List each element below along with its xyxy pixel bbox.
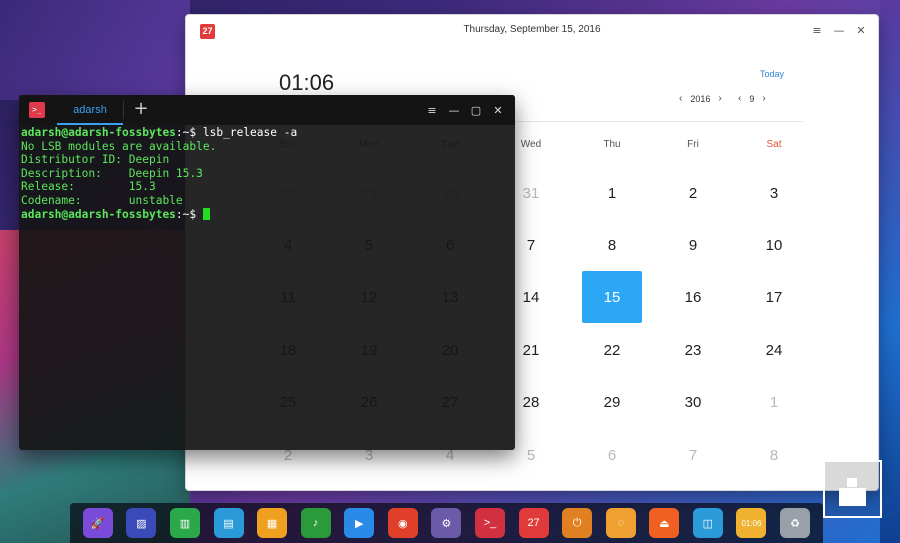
calendar-day[interactable]: 15 (582, 271, 642, 323)
terminal-prompt-line: adarsh@adarsh-fossbytes:~$ (21, 207, 511, 222)
terminal-app-icon: >_ (29, 102, 45, 118)
prompt-user: adarsh@adarsh-fossbytes (21, 207, 176, 221)
clock-icon[interactable]: 01:06 (736, 508, 767, 538)
calendar-day[interactable]: 17 (744, 271, 804, 323)
terminal-cursor (202, 207, 210, 220)
weekday-label: Thu (603, 139, 621, 150)
calendar-titlebar: 27 Thursday, September 15, 2016 ≡ — ✕ (186, 15, 878, 45)
file-manager-icon[interactable]: ▥ (169, 508, 200, 538)
prompt-user: adarsh@adarsh-fossbytes (21, 126, 176, 139)
dock: 🚀 ▨ ▥ ▤ ▦ ♪ ▶ ◉ ⚙ >_ 27 ⏻ ◌ ⏏ ◫ 01:06 ♻ (70, 503, 823, 543)
close-button[interactable]: ✕ (489, 101, 507, 119)
calendar-day[interactable]: 22 (582, 324, 642, 376)
eject-icon[interactable]: ⏏ (649, 508, 680, 538)
trash-icon[interactable]: ♻ (780, 508, 811, 538)
calendar-title: Thursday, September 15, 2016 (463, 24, 601, 35)
terminal-window-controls: ≡ — ▢ ✕ (423, 101, 507, 119)
chrome-icon[interactable]: ◉ (387, 508, 418, 538)
calendar-day[interactable]: 8 (582, 219, 642, 271)
calendar-day[interactable]: 30 (663, 376, 723, 428)
update-icon[interactable]: ◌ (605, 508, 636, 538)
menu-button[interactable]: ≡ (808, 21, 826, 39)
calendar-day[interactable]: 16 (663, 271, 723, 323)
launcher-icon[interactable]: 🚀 (82, 508, 113, 538)
music-icon[interactable]: ♪ (300, 508, 331, 538)
month-value: 9 (749, 93, 755, 104)
store-icon[interactable]: ▦ (257, 508, 288, 538)
current-time: 01:06 (279, 70, 335, 95)
prev-year-icon[interactable]: ‹ (675, 93, 686, 104)
settings-icon[interactable]: ⚙ (431, 508, 462, 538)
multitasking-icon[interactable]: ▨ (126, 508, 157, 538)
calendar-day[interactable]: 3 (744, 167, 804, 219)
calendar-day[interactable]: 2 (663, 167, 723, 219)
close-button[interactable]: ✕ (852, 21, 870, 39)
minimize-button[interactable]: — (445, 101, 463, 119)
calendar-day[interactable]: 23 (663, 324, 723, 376)
calendar-icon[interactable]: 27 (518, 508, 549, 538)
tab-divider (123, 101, 124, 119)
prompt-path: :~ (175, 126, 190, 139)
weekday-label: Fri (687, 139, 699, 150)
calendar-day[interactable]: 1 (582, 167, 642, 219)
today-button[interactable]: Today (760, 69, 784, 79)
prev-month-icon[interactable]: ‹ (734, 93, 745, 104)
terminal-output-line: Codename: unstable (21, 193, 183, 207)
terminal-tab[interactable]: adarsh (57, 95, 123, 125)
year-value: 2016 (690, 93, 711, 104)
prompt-symbol: $ (189, 207, 203, 221)
next-year-icon[interactable]: › (714, 93, 725, 104)
calendar-window-controls: ≡ — ✕ (808, 21, 870, 39)
terminal-titlebar: >_ adarsh + ≡ — ▢ ✕ (19, 95, 515, 125)
weekday-label: Sat (766, 139, 782, 150)
terminal-output-line: Description: Deepin 15.3 (21, 166, 203, 180)
add-tab-button[interactable]: + (131, 98, 151, 120)
calendar-day[interactable]: 8 (744, 429, 804, 481)
desktop-overlay-icon[interactable] (823, 460, 882, 518)
archive-icon[interactable]: ▤ (213, 508, 244, 538)
minimize-button[interactable]: — (830, 21, 848, 39)
terminal-window: >_ adarsh + ≡ — ▢ ✕ adarsh@adarsh-fossby… (19, 95, 515, 450)
wallpaper-top (0, 0, 190, 100)
menu-button[interactable]: ≡ (423, 101, 441, 119)
calendar-day[interactable]: 1 (744, 376, 804, 428)
monitor-icon[interactable]: ◫ (692, 508, 723, 538)
power-icon[interactable]: ⏻ (562, 508, 593, 538)
calendar-day[interactable]: 9 (663, 219, 723, 271)
prompt-symbol: $ (189, 126, 203, 139)
terminal-prompt-line: adarsh@adarsh-fossbytes:~$ lsb_release -… (21, 126, 511, 140)
terminal-icon[interactable]: >_ (474, 508, 505, 538)
terminal-output-line: No LSB modules are available. (21, 139, 217, 153)
maximize-button[interactable]: ▢ (467, 101, 485, 119)
month-navigator: ‹ 9 › (734, 93, 770, 104)
wallpaper-edge (880, 0, 900, 543)
prompt-path: :~ (175, 207, 190, 221)
terminal-output-line: Release: 15.3 (21, 180, 156, 194)
terminal-output-line: Distributor ID: Deepin (21, 153, 170, 167)
next-month-icon[interactable]: › (758, 93, 769, 104)
calendar-day[interactable]: 6 (582, 429, 642, 481)
calendar-day[interactable]: 24 (744, 324, 804, 376)
calendar-day[interactable]: 7 (663, 429, 723, 481)
year-navigator: ‹ 2016 › (675, 93, 726, 104)
video-icon[interactable]: ▶ (344, 508, 375, 538)
calendar-day[interactable]: 10 (744, 219, 804, 271)
calendar-day[interactable]: 29 (582, 376, 642, 428)
terminal-output[interactable]: adarsh@adarsh-fossbytes:~$ lsb_release -… (21, 126, 511, 221)
command-text: lsb_release -a (202, 126, 298, 139)
